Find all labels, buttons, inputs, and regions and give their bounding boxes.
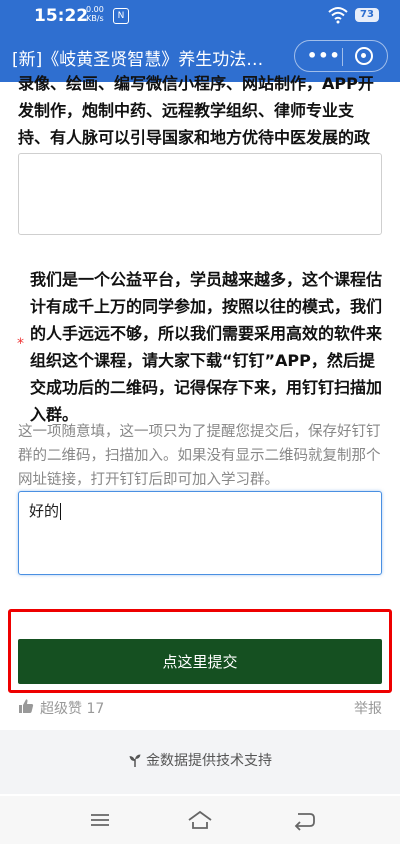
answer-value: 好的 [29, 500, 62, 521]
page-title: [新]《岐黄圣贤智慧》养生功法… [12, 50, 264, 70]
answer-textarea-dingtalk[interactable]: 好的 [18, 491, 382, 575]
status-time: 15:22 [34, 6, 89, 26]
more-dots-icon[interactable]: ••• [307, 48, 341, 64]
submit-button[interactable]: 点这里提交 [18, 639, 382, 684]
footer-text: 金数据提供技术支持 [146, 753, 272, 769]
notification-icon: N [113, 8, 129, 24]
back-icon[interactable] [290, 808, 318, 832]
answer-textarea-prev[interactable] [18, 153, 382, 235]
footer: 金数据提供技术支持 [0, 730, 400, 794]
leaf-icon [129, 754, 141, 767]
menu-icon[interactable] [86, 808, 114, 832]
like-bar: 超级赞 17 举报 [18, 697, 382, 719]
answer-text: 好的 [29, 502, 60, 520]
capsule-divider [342, 48, 343, 66]
system-nav-bar [0, 796, 400, 844]
network-speed-value: 0.00 [86, 5, 104, 14]
report-link[interactable]: 举报 [354, 698, 382, 718]
mini-program-close-icon[interactable] [355, 47, 373, 65]
battery-icon: 73 [355, 8, 379, 22]
network-speed-unit: KB/s [86, 14, 104, 23]
required-mark: * [17, 336, 24, 352]
like-count[interactable]: 超级赞 17 [40, 698, 104, 718]
status-bar: 15:22 0.00 KB/s N 73 [0, 0, 400, 32]
home-icon[interactable] [186, 808, 214, 832]
thumbs-up-icon[interactable] [18, 698, 34, 714]
text-caret [60, 503, 62, 520]
mini-program-capsule: ••• [294, 40, 388, 72]
question-text-dingtalk: 我们是一个公益平台，学员越来越多，这个课程估计有成千上万的同学参加，按照以往的模… [30, 270, 383, 424]
wifi-icon [328, 7, 348, 24]
footer-credit: 金数据提供技术支持 [0, 750, 400, 770]
question-hint: 这一项随意填，这一项只为了提醒您提交后，保存好钉钉群的二维码，扫描加入。如果没有… [18, 424, 381, 488]
network-speed: 0.00 KB/s [86, 5, 104, 23]
